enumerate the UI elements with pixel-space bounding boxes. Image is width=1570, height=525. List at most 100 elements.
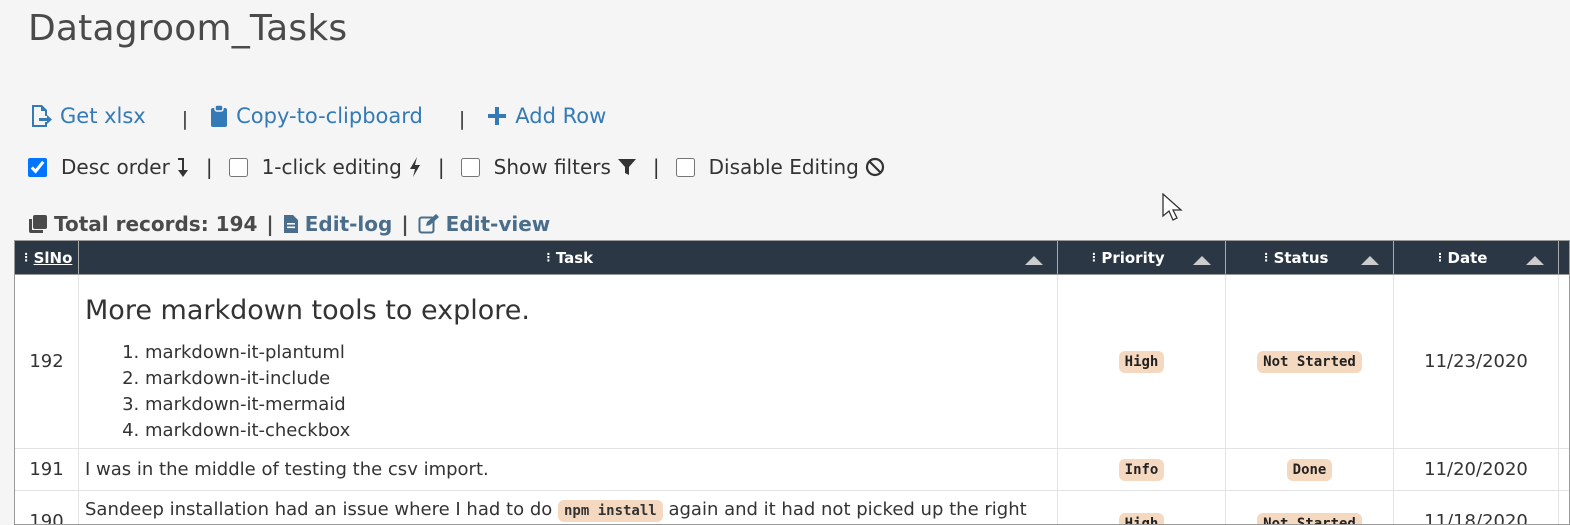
options-separator: | — [437, 155, 445, 179]
toolbar-separator: | — [458, 108, 466, 130]
cell-priority[interactable]: Info — [1058, 449, 1226, 490]
priority-badge: High — [1118, 350, 1165, 373]
get-xlsx-link[interactable]: Get xlsx — [30, 104, 146, 128]
show-filters-label: Show filters — [493, 155, 611, 179]
edit-view-link[interactable]: Edit-view — [418, 212, 551, 236]
ban-icon — [865, 157, 885, 177]
edit-icon — [418, 214, 439, 234]
cell-slno[interactable]: 191 — [15, 449, 79, 490]
desc-order-checkbox[interactable] — [28, 157, 47, 177]
plus-icon — [488, 107, 507, 125]
file-icon — [283, 215, 298, 233]
task-text: I was in the middle of testing the csv i… — [85, 459, 489, 480]
task-heading: More markdown tools to explore. — [85, 295, 530, 326]
column-header-label: Task — [555, 248, 594, 267]
status-badge: Not Started — [1257, 513, 1362, 524]
cell-status[interactable]: Not Started — [1226, 491, 1394, 524]
options-separator: | — [652, 155, 660, 179]
inline-code: npm install — [558, 500, 663, 522]
list-item: markdown-it-checkbox — [145, 418, 1051, 444]
disable-editing-checkbox[interactable] — [675, 157, 695, 177]
disable-editing-option: Disable Editing — [675, 155, 885, 179]
records-separator: | — [266, 212, 274, 236]
task-text: Sandeep installation had an issue where … — [85, 499, 553, 520]
desc-order-label: Desc order — [61, 155, 170, 179]
table-header: ⋮ SlNo ⋮ Task ⋮ Priority ⋮ Status ⋮ Date — [15, 241, 1569, 275]
task-text: again and it had not picked up the right — [668, 499, 1027, 520]
copy-icon — [29, 215, 47, 233]
cell-priority[interactable]: High — [1058, 275, 1226, 448]
cell-priority[interactable]: High — [1058, 491, 1226, 524]
column-grip-icon: ⋮ — [1260, 251, 1272, 264]
task-list: markdown-it-plantuml markdown-it-include… — [85, 340, 1051, 444]
list-item: markdown-it-include — [145, 366, 1051, 392]
file-export-icon — [32, 105, 52, 127]
status-badge: Done — [1286, 458, 1333, 481]
table-row[interactable]: 190 Sandeep installation had an issue wh… — [15, 491, 1569, 524]
toolbar: Get xlsx | Copy-to-clipboard | Add Row — [30, 104, 606, 130]
page-title: Datagroom_Tasks — [28, 8, 348, 49]
column-grip-icon: ⋮ — [1434, 251, 1446, 264]
table-row[interactable]: 192 More markdown tools to explore. mark… — [15, 275, 1569, 449]
column-header-label: Status — [1273, 248, 1329, 267]
sort-down-arrow-icon — [176, 156, 190, 178]
column-grip-icon: ⋮ — [542, 251, 554, 264]
tasks-table: ⋮ SlNo ⋮ Task ⋮ Priority ⋮ Status ⋮ Date… — [14, 240, 1570, 525]
table-row[interactable]: 191 I was in the middle of testing the c… — [15, 449, 1569, 491]
one-click-editing-checkbox[interactable] — [228, 157, 248, 177]
column-header-status[interactable]: ⋮ Status — [1226, 241, 1394, 274]
sort-arrow-icon[interactable] — [1193, 256, 1211, 265]
cell-task[interactable]: Sandeep installation had an issue where … — [79, 491, 1058, 524]
add-row-label: Add Row — [515, 104, 607, 128]
edit-log-label: Edit-log — [304, 212, 393, 236]
cell-task[interactable]: More markdown tools to explore. markdown… — [79, 275, 1058, 448]
cell-date[interactable]: 11/20/2020 — [1394, 449, 1559, 490]
disable-editing-label: Disable Editing — [708, 155, 859, 179]
sort-arrow-icon[interactable] — [1526, 256, 1544, 265]
edit-log-link[interactable]: Edit-log — [283, 212, 393, 236]
mouse-cursor-icon — [1162, 192, 1184, 227]
sort-arrow-icon[interactable] — [1361, 256, 1379, 265]
add-row-link[interactable]: Add Row — [487, 104, 606, 128]
copy-to-clipboard-link[interactable]: Copy-to-clipboard — [210, 104, 423, 128]
show-filters-checkbox[interactable] — [460, 157, 480, 177]
show-filters-option: Show filters — [460, 155, 637, 179]
column-header-date[interactable]: ⋮ Date — [1394, 241, 1559, 274]
priority-badge: Info — [1118, 458, 1165, 481]
column-grip-icon: ⋮ — [1088, 251, 1099, 264]
cell-slno[interactable]: 192 — [15, 275, 79, 448]
column-header-task[interactable]: ⋮ Task — [79, 241, 1058, 274]
records-separator: | — [401, 212, 409, 236]
column-header-label: Priority — [1101, 248, 1165, 267]
clipboard-icon — [211, 104, 228, 127]
edit-view-label: Edit-view — [445, 212, 551, 236]
get-xlsx-label: Get xlsx — [60, 104, 146, 128]
one-click-editing-option: 1-click editing — [228, 155, 422, 179]
cell-task[interactable]: I was in the middle of testing the csv i… — [79, 449, 1058, 490]
toolbar-separator: | — [181, 108, 189, 130]
cell-date[interactable]: 11/23/2020 — [1394, 275, 1559, 448]
copy-to-clipboard-label: Copy-to-clipboard — [236, 104, 423, 128]
records-bar: Total records: 194 | Edit-log | Edit-vie… — [28, 212, 550, 236]
cell-status[interactable]: Done — [1226, 449, 1394, 490]
filter-icon — [617, 157, 637, 177]
column-header-label: Date — [1447, 248, 1488, 267]
sort-arrow-icon[interactable] — [1025, 256, 1043, 265]
list-item: markdown-it-mermaid — [145, 392, 1051, 418]
column-header-slno[interactable]: ⋮ SlNo — [15, 241, 79, 274]
one-click-editing-label: 1-click editing — [261, 155, 402, 179]
status-badge: Not Started — [1257, 350, 1362, 373]
priority-badge: High — [1118, 513, 1165, 524]
list-item: markdown-it-plantuml — [145, 340, 1051, 366]
desc-order-option: Desc order — [28, 155, 190, 179]
options-separator: | — [205, 155, 213, 179]
column-header-label: SlNo — [33, 248, 73, 267]
options-bar: Desc order | 1-click editing | Show filt… — [28, 155, 885, 179]
column-grip-icon: ⋮ — [20, 251, 32, 264]
column-header-priority[interactable]: ⋮ Priority — [1058, 241, 1226, 274]
bolt-icon — [408, 156, 422, 178]
cell-status[interactable]: Not Started — [1226, 275, 1394, 448]
total-records: Total records: 194 — [54, 212, 258, 236]
cell-date[interactable]: 11/18/2020 — [1394, 491, 1559, 524]
cell-slno[interactable]: 190 — [15, 491, 79, 524]
